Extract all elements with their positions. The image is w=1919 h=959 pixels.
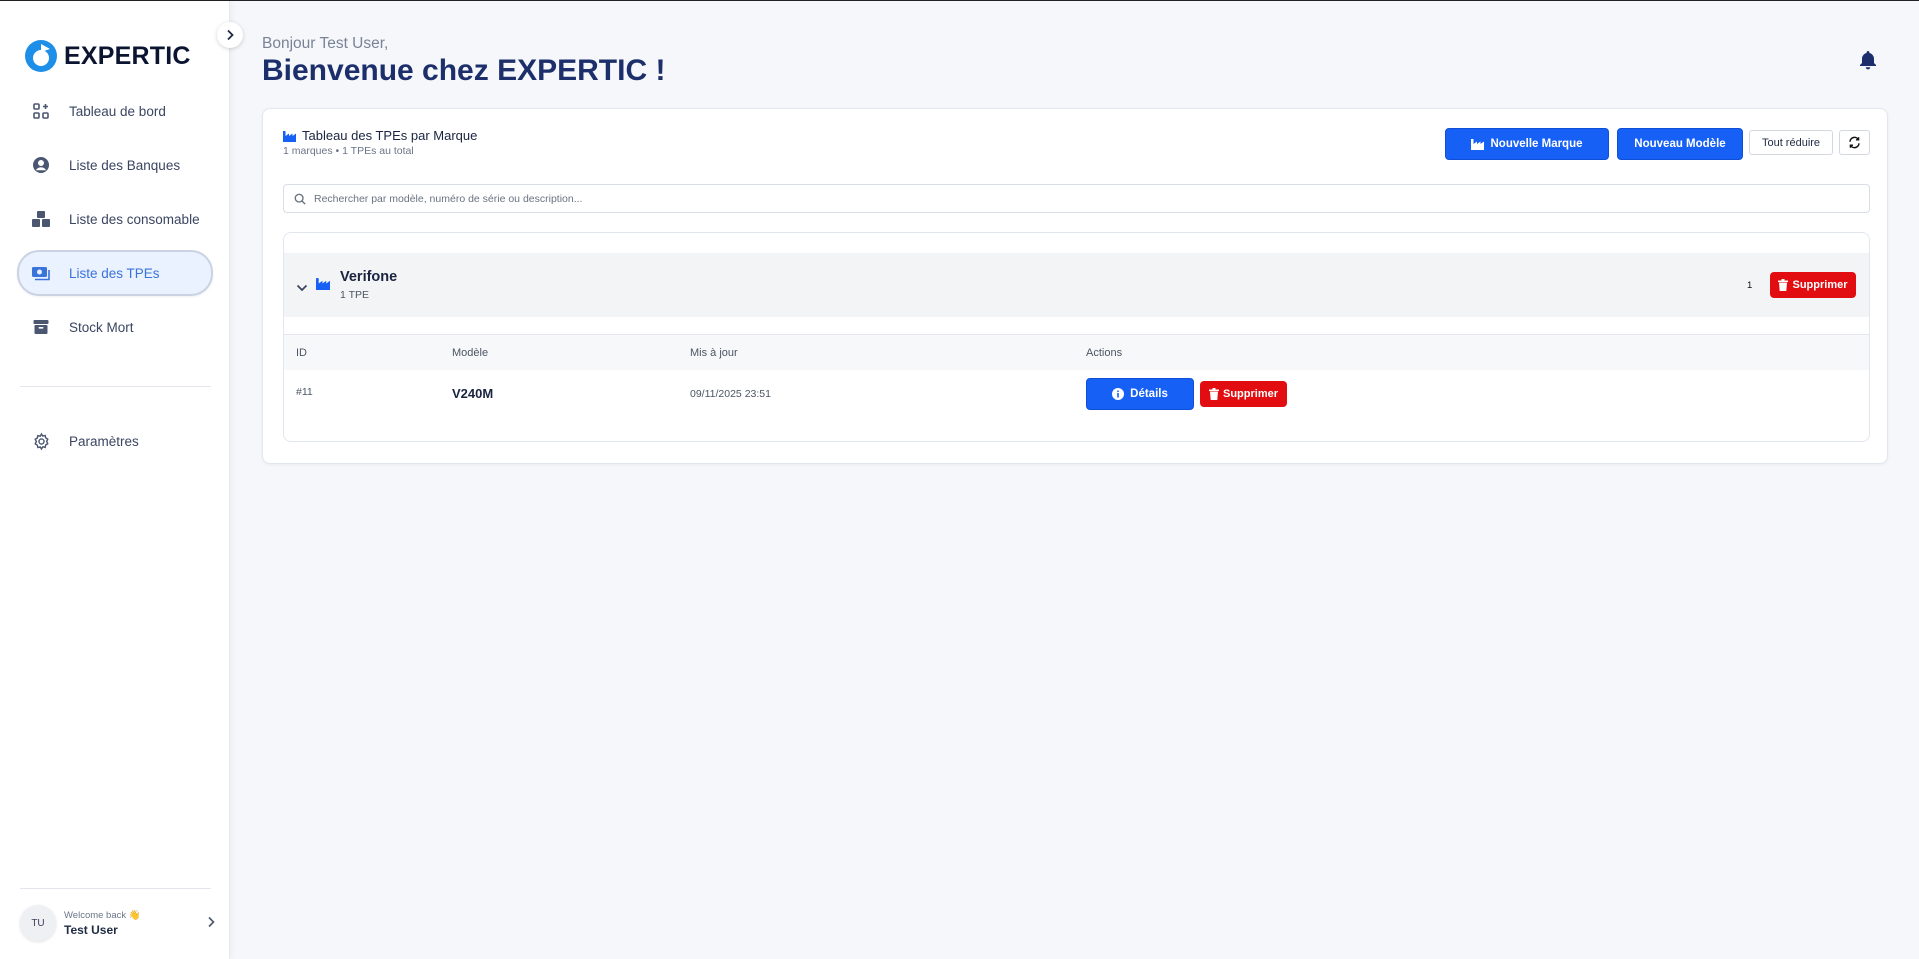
sidebar-item-tpes[interactable]: Liste des TPEs [17,250,213,296]
chevron-right-icon [227,29,234,41]
table-header: ID Modèle Mis à jour Actions [284,334,1869,370]
brand-tpe-count: 1 TPE [340,289,369,301]
collapse-all-label: Tout réduire [1761,136,1821,149]
brand-header-row[interactable]: Verifone 1 TPE 1 Supprimer [284,253,1869,317]
trash-icon [1208,388,1219,400]
sidebar-nav: Tableau de bord Liste des Banques Liste … [17,88,213,358]
user-divider [20,888,211,889]
card-title-text: Tableau des TPEs par Marque [302,128,478,143]
logo-text: EXPERTIC [64,41,191,70]
new-brand-label: Nouvelle Marque [1490,138,1583,150]
brand-count-badge: 1 [1747,280,1753,291]
sidebar-divider [20,386,211,387]
avatar: TU [20,905,56,941]
search-icon [294,193,306,205]
details-label: Détails [1130,388,1168,400]
boxes-icon [31,209,51,229]
brand-name: Verifone [340,269,398,285]
notification-bell-icon[interactable] [1859,50,1877,75]
factory-icon [283,130,296,142]
sidebar-item-settings[interactable]: Paramètres [17,418,213,464]
user-text: Welcome back 👋 Test User [64,910,141,937]
factory-icon [1471,139,1485,150]
cell-model: V240M [452,386,494,401]
sidebar-item-consumables[interactable]: Liste des consomable [17,196,213,242]
delete-tpe-label: Supprimer [1222,388,1278,400]
new-brand-button[interactable]: Nouvelle Marque [1445,128,1609,160]
money-icon [31,263,51,283]
chevron-right-icon[interactable] [206,915,216,933]
logo-icon [25,40,57,72]
sidebar-item-label: Tableau de bord [69,103,166,119]
sidebar-item-label: Liste des consomable [69,211,200,227]
trash-icon [1778,279,1789,291]
user-name: Test User [64,922,118,937]
delete-brand-label: Supprimer [1792,279,1848,291]
sidebar-settings: Paramètres [17,418,213,472]
collapse-all-button[interactable]: Tout réduire [1749,130,1833,155]
card-title: Tableau des TPEs par Marque [283,128,477,143]
tpe-table-card: Tableau des TPEs par Marque 1 marques • … [262,108,1888,464]
search-input[interactable] [314,192,1814,205]
archive-icon [31,317,51,337]
cell-id: #11 [296,386,313,398]
user-profile[interactable]: TU Welcome back 👋 Test User [20,903,216,943]
dashboard-icon [31,101,51,121]
delete-tpe-button[interactable]: Supprimer [1200,381,1287,407]
logo[interactable]: EXPERTIC [24,39,191,73]
column-header-model: Modèle [452,347,489,359]
table-row: #11 V240M 09/11/2025 23:51 Détails Suppr… [284,370,1869,420]
column-header-updated: Mis à jour [690,347,738,359]
refresh-icon [1849,136,1860,149]
page-title: Bienvenue chez EXPERTIC ! [262,54,666,87]
greeting: Bonjour Test User, [262,35,389,52]
cell-updated: 09/11/2025 23:51 [690,388,771,400]
refresh-button[interactable] [1839,130,1870,155]
sidebar: EXPERTIC Tableau de bord Liste des Banqu… [0,1,230,959]
details-button[interactable]: Détails [1086,378,1194,410]
sidebar-item-label: Paramètres [69,433,139,449]
new-model-button[interactable]: Nouveau Modèle [1617,128,1743,160]
sidebar-toggle-button[interactable] [217,22,243,48]
search-bar [283,184,1870,213]
info-icon [1112,388,1125,400]
sidebar-item-label: Liste des Banques [69,157,181,173]
user-circle-icon [31,155,51,175]
card-subtitle: 1 marques • 1 TPEs au total [283,145,414,157]
brand-group: Verifone 1 TPE 1 Supprimer ID Modèle Mis… [283,232,1870,442]
sidebar-item-label: Stock Mort [69,319,134,335]
column-header-actions: Actions [1086,347,1123,359]
column-header-id: ID [296,347,307,359]
new-model-label: Nouveau Modèle [1634,138,1726,150]
sidebar-item-label: Liste des TPEs [69,265,160,281]
chevron-down-icon[interactable] [296,279,308,297]
sidebar-item-dashboard[interactable]: Tableau de bord [17,88,213,134]
delete-brand-button[interactable]: Supprimer [1770,272,1856,298]
welcome-text: Welcome back 👋 [64,909,141,921]
sidebar-item-banks[interactable]: Liste des Banques [17,142,213,188]
sidebar-item-dead-stock[interactable]: Stock Mort [17,304,213,350]
factory-icon [316,277,330,295]
gear-icon [31,431,51,451]
